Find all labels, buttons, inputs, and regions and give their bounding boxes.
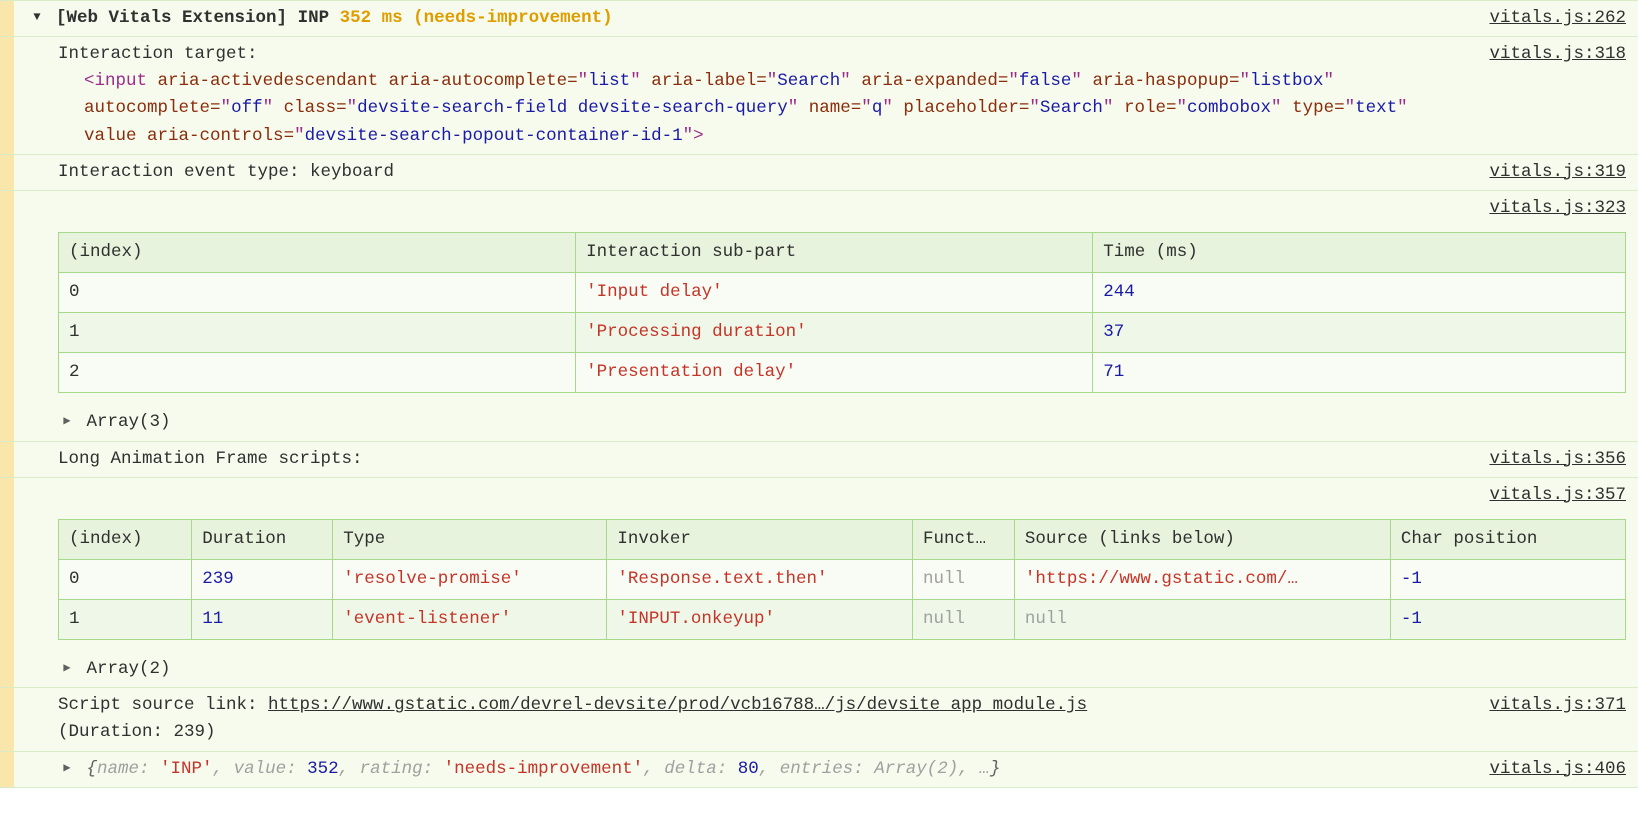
disclosure-toggle[interactable] xyxy=(58,409,76,436)
array-summary[interactable]: Array(2) xyxy=(87,659,171,679)
table-header: Interaction sub-part xyxy=(576,232,1093,272)
table-row: 1'Processing duration'37 xyxy=(59,313,1626,353)
gutter xyxy=(0,37,14,154)
table-row: 0'Input delay'244 xyxy=(59,273,1626,313)
event-type-text: Interaction event type: keyboard xyxy=(58,159,1459,186)
metric-value: 352 ms (needs-improvement) xyxy=(340,8,613,28)
log-header: [Web Vitals Extension] INP 352 ms (needs… xyxy=(56,5,1459,32)
gutter xyxy=(0,155,14,190)
extension-label: [Web Vitals Extension] xyxy=(56,8,287,28)
object-summary[interactable]: {name: 'INP', value: 352, rating: 'needs… xyxy=(58,756,1459,783)
source-link[interactable]: vitals.js:406 xyxy=(1489,759,1626,779)
table-header: Source (links below) xyxy=(1014,519,1390,559)
gutter xyxy=(0,688,14,750)
source-link[interactable]: vitals.js:319 xyxy=(1489,162,1626,182)
table-header: (index) xyxy=(59,232,576,272)
element-snippet[interactable]: <input aria-activedescendant aria-autoco… xyxy=(58,68,1459,149)
gutter xyxy=(0,191,14,441)
source-link[interactable]: vitals.js:262 xyxy=(1489,8,1626,28)
disclosure-toggle[interactable] xyxy=(28,5,46,32)
table-header: Char position xyxy=(1390,519,1625,559)
source-link[interactable]: vitals.js:371 xyxy=(1489,695,1626,715)
table-header: Funct… xyxy=(912,519,1014,559)
table-header: Invoker xyxy=(607,519,913,559)
source-link[interactable]: vitals.js:323 xyxy=(1489,198,1626,218)
script-source-url[interactable]: https://www.gstatic.com/devrel-devsite/p… xyxy=(268,695,1087,715)
subparts-table: (index)Interaction sub-partTime (ms) 0'I… xyxy=(58,232,1626,394)
table-header: (index) xyxy=(59,519,192,559)
array-summary[interactable]: Array(3) xyxy=(87,412,171,432)
gutter xyxy=(0,752,14,787)
source-link[interactable]: vitals.js:318 xyxy=(1489,44,1626,64)
table-header: Time (ms) xyxy=(1093,232,1626,272)
disclosure-toggle[interactable] xyxy=(58,656,76,683)
source-link[interactable]: vitals.js:357 xyxy=(1489,485,1626,505)
source-link[interactable]: vitals.js:356 xyxy=(1489,449,1626,469)
loaf-label: Long Animation Frame scripts: xyxy=(58,446,1459,473)
console-panel: [Web Vitals Extension] INP 352 ms (needs… xyxy=(0,0,1638,788)
gutter xyxy=(0,442,14,477)
script-link-prefix: Script source link: xyxy=(58,695,268,715)
script-duration-note: (Duration: 239) xyxy=(58,722,216,742)
metric-name: INP xyxy=(298,8,330,28)
disclosure-toggle[interactable] xyxy=(58,756,76,783)
gutter xyxy=(0,478,14,688)
table-header: Type xyxy=(333,519,607,559)
interaction-target-label: Interaction target: xyxy=(58,41,1459,68)
table-row: 0239'resolve-promise''Response.text.then… xyxy=(59,559,1626,599)
table-row: 2'Presentation delay'71 xyxy=(59,353,1626,393)
gutter xyxy=(0,1,14,36)
table-header: Duration xyxy=(192,519,333,559)
table-row: 111'event-listener''INPUT.onkeyup'nullnu… xyxy=(59,600,1626,640)
loaf-table: (index)DurationTypeInvokerFunct…Source (… xyxy=(58,519,1626,640)
